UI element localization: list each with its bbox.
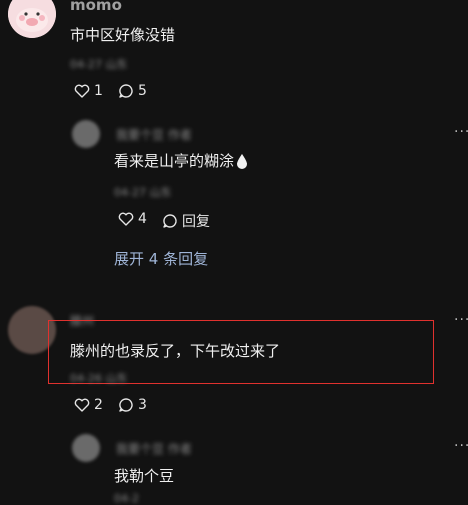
droplet-emoji-icon [237, 153, 248, 169]
comment-bubble-icon [163, 214, 177, 228]
reply-username[interactable]: 我要个豆 作者 [116, 440, 192, 457]
reply-count: 5 [138, 83, 147, 99]
more-options-icon[interactable]: ··· [454, 124, 468, 140]
like-button[interactable]: 1 [74, 83, 103, 99]
reply-meta: 04-27 山东 [114, 186, 172, 199]
more-options-icon[interactable]: ··· [454, 312, 468, 328]
reply-label: 回复 [182, 214, 210, 230]
like-button[interactable]: 4 [118, 211, 147, 227]
reply-meta: 04-2 [114, 492, 139, 505]
comment-meta: 04-27 山东 [70, 58, 128, 71]
like-button[interactable]: 2 [74, 397, 103, 413]
comment-text: 滕州的也录反了，下午改过来了 [70, 342, 281, 360]
expand-replies-link[interactable]: 展开 4 条回复 [114, 248, 208, 269]
reply-text: 我勒个豆 [114, 467, 175, 485]
reply-count-button[interactable]: 5 [118, 83, 147, 99]
reply-avatar[interactable] [72, 120, 100, 148]
avatar[interactable] [8, 0, 56, 38]
comment-bubble-icon [119, 398, 133, 412]
like-count: 4 [138, 211, 147, 227]
more-options-icon[interactable]: ··· [454, 438, 468, 454]
reply-button[interactable]: 回复 [162, 211, 210, 231]
comment-text: 市中区好像没错 [70, 26, 176, 44]
heart-icon [74, 84, 90, 98]
reply-count: 3 [138, 397, 147, 413]
reply-text: 看来是山亭的糊涂 [114, 152, 235, 170]
comment-meta: 04-26 山东 [70, 372, 128, 385]
reply-username[interactable]: 我要个豆 作者 [116, 126, 192, 143]
heart-icon [118, 212, 134, 226]
like-count: 1 [94, 83, 103, 99]
like-count: 2 [94, 397, 103, 413]
heart-icon [74, 398, 90, 412]
comment-username[interactable]: momo [70, 0, 122, 14]
pig-avatar-icon [8, 0, 56, 38]
reply-avatar[interactable] [72, 434, 100, 462]
comment-bubble-icon [119, 84, 133, 98]
reply-count-button[interactable]: 3 [118, 397, 147, 413]
reply-text-row: 看来是山亭的糊涂 [114, 150, 248, 171]
